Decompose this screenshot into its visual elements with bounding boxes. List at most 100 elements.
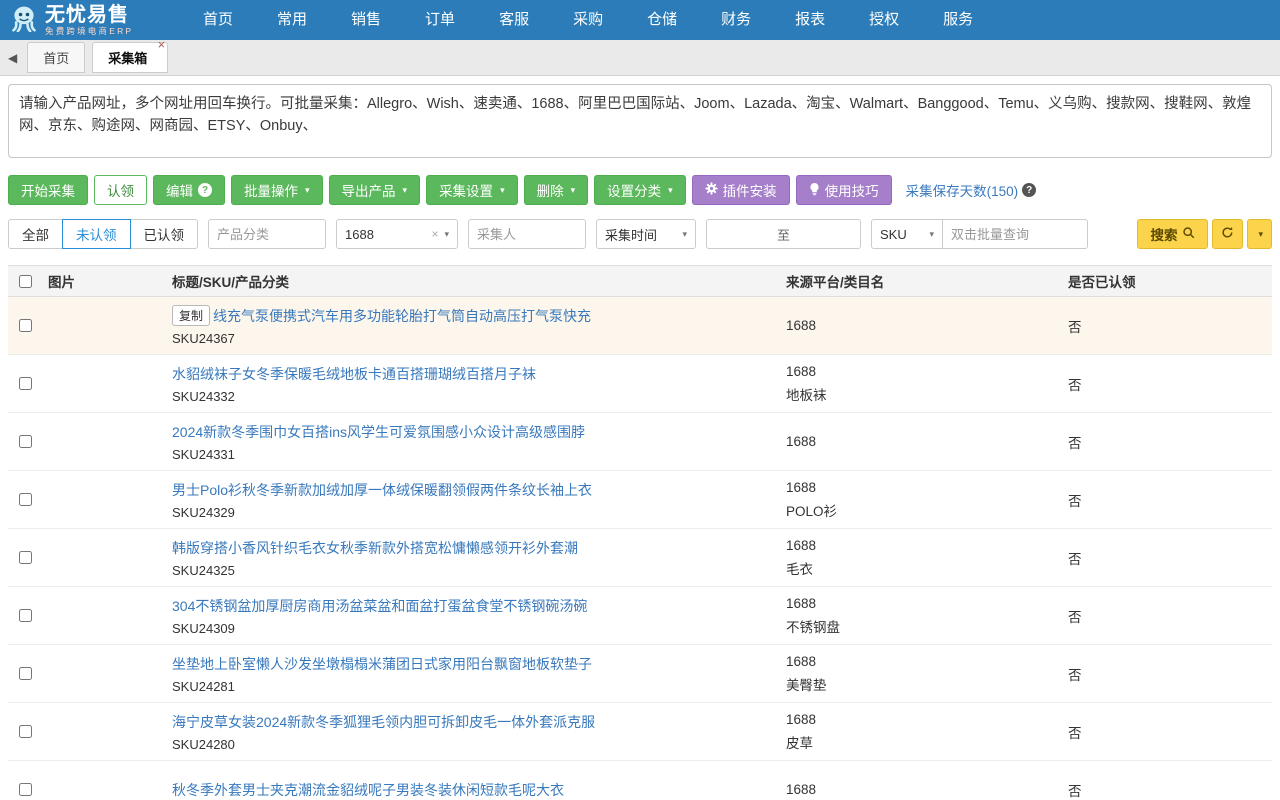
collect-settings-button[interactable]: 采集设置 ▾ <box>426 175 518 205</box>
row-checkbox[interactable] <box>19 493 32 506</box>
segment-unclaimed[interactable]: 未认领 <box>62 219 131 249</box>
copy-title-button[interactable]: 复制 <box>172 305 210 326</box>
source-platform: 1688 <box>786 596 1062 611</box>
chevron-down-icon: ▾ <box>1258 229 1263 240</box>
row-checkbox[interactable] <box>19 783 32 796</box>
row-checkbox[interactable] <box>19 609 32 622</box>
row-checkbox[interactable] <box>19 667 32 680</box>
row-checkbox[interactable] <box>19 551 32 564</box>
clear-icon[interactable]: × <box>431 227 438 241</box>
row-checkbox[interactable] <box>19 377 32 390</box>
source-platform: 1688 <box>786 712 1062 727</box>
claim-label: 认领 <box>107 180 134 200</box>
gear-icon <box>705 182 718 198</box>
claim-button[interactable]: 认领 <box>94 175 147 205</box>
table-row: 男士Polo衫秋冬季新款加绒加厚一体绒保暖翻领假两件条纹长袖上衣 SKU2432… <box>8 471 1272 529</box>
source-platform: 1688 <box>786 318 1062 333</box>
product-category-input[interactable] <box>208 219 326 249</box>
chevron-down-icon: ▾ <box>682 229 687 240</box>
nav-item-service[interactable]: 客服 <box>477 0 551 40</box>
plugin-install-button[interactable]: 插件安装 <box>692 175 790 205</box>
tab-collect-box[interactable]: 采集箱 × <box>92 42 168 73</box>
category-name: POLO衫 <box>786 500 1062 520</box>
collect-time-select[interactable]: 采集时间 ▾ <box>596 219 696 249</box>
usage-tips-button[interactable]: 使用技巧 <box>796 175 892 205</box>
chevron-down-icon: ▾ <box>571 185 576 196</box>
search-options-dropdown-button[interactable]: ▾ <box>1247 219 1272 249</box>
product-title-link[interactable]: 2024新款冬季围巾女百搭ins风学生可爱氛围感小众设计高级感围脖 <box>172 422 585 442</box>
table-row: 韩版穿搭小香风针织毛衣女秋季新款外搭宽松慵懒感领开衫外套潮 SKU24325 1… <box>8 529 1272 587</box>
export-products-button[interactable]: 导出产品 ▾ <box>329 175 421 205</box>
sku-query-combo: SKU ▾ <box>871 219 1088 249</box>
nav-item-authorization[interactable]: 授权 <box>847 0 921 40</box>
lightbulb-icon <box>809 182 820 199</box>
category-name: 皮草 <box>786 732 1062 752</box>
nav-item-sales[interactable]: 销售 <box>329 0 403 40</box>
collect-save-days-label: 采集保存天数(150) <box>906 180 1019 200</box>
platform-select-value: 1688 <box>345 227 374 242</box>
tab-collect-box-label: 采集箱 <box>108 51 147 66</box>
date-to-input[interactable] <box>796 221 854 247</box>
claimed-status: 否 <box>1062 490 1272 510</box>
product-title-link[interactable]: 304不锈钢盆加厚厨房商用汤盆菜盆和面盆打蛋盆食堂不锈钢碗汤碗 <box>172 596 587 616</box>
nav-item-reports[interactable]: 报表 <box>773 0 847 40</box>
table-header: 图片 标题/SKU/产品分类 来源平台/类目名 是否已认领 <box>8 265 1272 297</box>
refresh-button[interactable] <box>1212 219 1243 249</box>
product-title-link[interactable]: 韩版穿搭小香风针织毛衣女秋季新款外搭宽松慵懒感领开衫外套潮 <box>172 538 578 558</box>
segment-all[interactable]: 全部 <box>8 219 63 249</box>
sku-field-select[interactable]: SKU ▾ <box>871 219 943 249</box>
batch-query-input[interactable] <box>942 219 1088 249</box>
nav-item-warehouse[interactable]: 仓储 <box>625 0 699 40</box>
nav-item-orders[interactable]: 订单 <box>403 0 477 40</box>
filter-bar: 全部 未认领 已认领 1688 × ▾ 采集时间 ▾ 至 SKU ▾ 搜索 <box>8 219 1272 249</box>
date-from-input[interactable] <box>713 221 771 247</box>
claimed-status: 否 <box>1062 374 1272 394</box>
row-checkbox[interactable] <box>19 725 32 738</box>
nav-item-purchase[interactable]: 采购 <box>551 0 625 40</box>
batch-operations-button[interactable]: 批量操作 ▾ <box>231 175 323 205</box>
search-button-group: 搜索 ▾ <box>1137 219 1272 249</box>
nav-item-finance[interactable]: 财务 <box>699 0 773 40</box>
product-title-link[interactable]: 秋冬季外套男士夹克潮流金貂绒呢子男装冬装休闲短款毛呢大衣 <box>172 780 564 800</box>
product-sku: SKU24325 <box>172 563 780 578</box>
table-row: 坐垫地上卧室懒人沙发坐墩榻榻米蒲团日式家用阳台飘窗地板软垫子 SKU24281 … <box>8 645 1272 703</box>
batch-operations-label: 批量操作 <box>244 180 298 200</box>
select-all-checkbox[interactable] <box>19 275 32 288</box>
product-sku: SKU24280 <box>172 737 780 752</box>
set-category-button[interactable]: 设置分类 ▾ <box>594 175 686 205</box>
nav-item-home[interactable]: 首页 <box>181 0 255 40</box>
claim-filter-segment: 全部 未认领 已认领 <box>8 219 198 249</box>
tab-home[interactable]: 首页 <box>27 42 85 73</box>
start-collect-button[interactable]: 开始采集 <box>8 175 88 205</box>
sku-field-value: SKU <box>880 227 907 242</box>
platform-select[interactable]: 1688 × ▾ <box>336 219 458 249</box>
close-tab-icon[interactable]: × <box>158 37 166 52</box>
segment-claimed[interactable]: 已认领 <box>130 219 199 249</box>
product-title-link[interactable]: 海宁皮草女装2024新款冬季狐狸毛领内胆可拆卸皮毛一体外套派克服 <box>172 712 595 732</box>
product-title-link[interactable]: 水貂绒袜子女冬季保暖毛绒地板卡通百搭珊瑚绒百搭月子袜 <box>172 364 536 384</box>
collect-save-days-link[interactable]: 采集保存天数(150) ? <box>906 180 1037 200</box>
app-title: 无忧易售 <box>45 5 133 25</box>
tab-scroll-left-icon[interactable]: ◀ <box>8 51 17 65</box>
delete-button[interactable]: 删除 ▾ <box>524 175 589 205</box>
search-button[interactable]: 搜索 <box>1137 219 1208 249</box>
product-title-link[interactable]: 线充气泵便携式汽车用多功能轮胎打气筒自动高压打气泵快充 <box>213 306 591 326</box>
refresh-icon <box>1221 226 1234 242</box>
product-url-input[interactable] <box>8 84 1272 158</box>
table-row: 水貂绒袜子女冬季保暖毛绒地板卡通百搭珊瑚绒百搭月子袜 SKU24332 1688… <box>8 355 1272 413</box>
chevron-down-icon: ▾ <box>929 229 934 240</box>
row-checkbox[interactable] <box>19 435 32 448</box>
export-products-label: 导出产品 <box>342 180 396 200</box>
product-title-link[interactable]: 男士Polo衫秋冬季新款加绒加厚一体绒保暖翻领假两件条纹长袖上衣 <box>172 480 592 500</box>
claimed-status: 否 <box>1062 664 1272 684</box>
product-sku: SKU24281 <box>172 679 780 694</box>
edit-button[interactable]: 编辑 ? <box>153 175 225 205</box>
app-logo[interactable]: 无忧易售 免费跨境电商ERP <box>0 4 165 37</box>
collector-input[interactable] <box>468 219 586 249</box>
nav-item-common[interactable]: 常用 <box>255 0 329 40</box>
nav-item-services[interactable]: 服务 <box>921 0 995 40</box>
row-checkbox[interactable] <box>19 319 32 332</box>
chevron-down-icon: ▾ <box>305 185 310 196</box>
product-sku: SKU24331 <box>172 447 780 462</box>
product-title-link[interactable]: 坐垫地上卧室懒人沙发坐墩榻榻米蒲团日式家用阳台飘窗地板软垫子 <box>172 654 592 674</box>
